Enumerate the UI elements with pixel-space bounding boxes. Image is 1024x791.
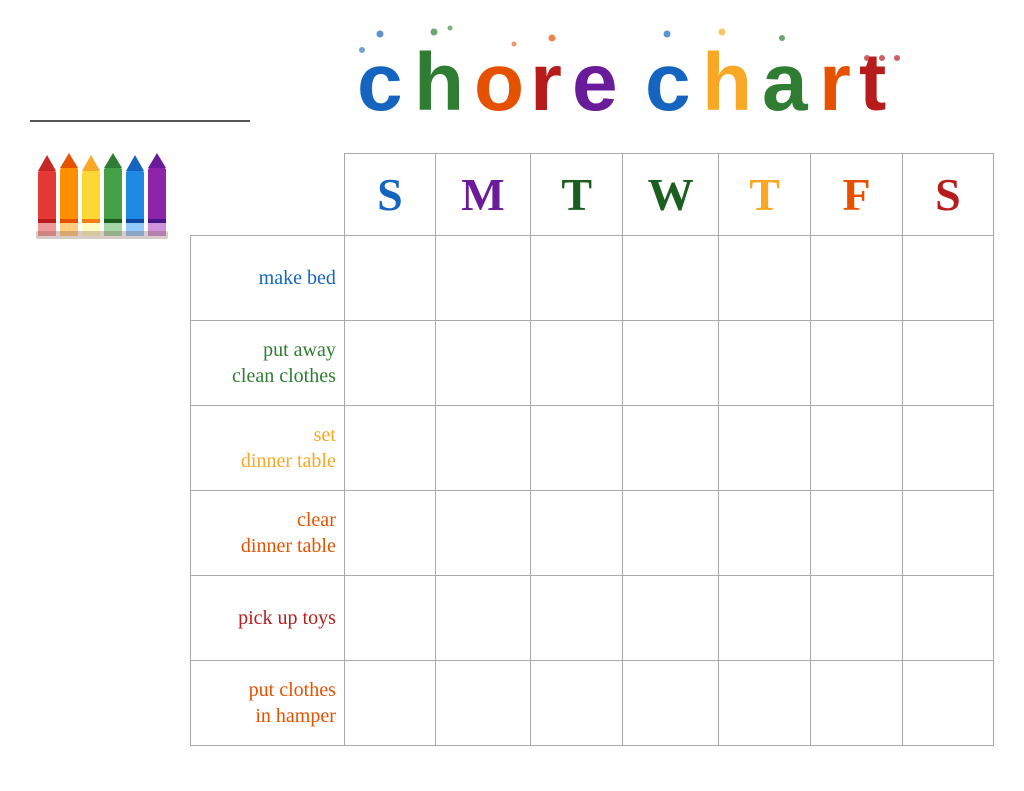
name-line-area [30, 120, 290, 130]
make-bed-T1 [531, 236, 623, 321]
title-svg: c h o r e c h a r t [352, 20, 932, 130]
chore-put-away-label: put awayclean clothes [191, 321, 345, 406]
header-thursday: T [719, 154, 811, 236]
put-away-W [623, 321, 719, 406]
clear-dinner-T2 [719, 491, 811, 576]
pick-up-T1 [531, 576, 623, 661]
pick-up-S1 [344, 576, 435, 661]
title-r: r [530, 37, 562, 128]
set-dinner-F [811, 406, 903, 491]
title-o1: o [474, 37, 524, 128]
header-wednesday: W [623, 154, 719, 236]
put-clothes-M [435, 661, 530, 746]
chore-set-dinner-label: setdinner table [191, 406, 345, 491]
put-away-T2 [719, 321, 811, 406]
table-row: put clothesin hamper [191, 661, 994, 746]
chore-pick-up-toys-label: pick up toys [191, 576, 345, 661]
put-away-F [811, 321, 903, 406]
pick-up-F [811, 576, 903, 661]
header-monday: M [435, 154, 530, 236]
chore-rows: make bed put awayclean clothes [191, 236, 994, 746]
header-sunday1: S [344, 154, 435, 236]
crayons-icon [33, 153, 178, 253]
clear-dinner-S1 [344, 491, 435, 576]
set-dinner-S1 [344, 406, 435, 491]
set-dinner-T1 [531, 406, 623, 491]
title-ch: c [645, 37, 691, 128]
title-e1: e [572, 37, 618, 128]
put-away-T1 [531, 321, 623, 406]
name-line [30, 120, 250, 122]
put-clothes-W [623, 661, 719, 746]
page: c h o r e c h a r t [0, 0, 1024, 791]
put-away-S1 [344, 321, 435, 406]
header-tuesday: T [531, 154, 623, 236]
title-ha: h [702, 37, 752, 128]
make-bed-F [811, 236, 903, 321]
table-row: cleardinner table [191, 491, 994, 576]
put-clothes-S2 [902, 661, 993, 746]
make-bed-W [623, 236, 719, 321]
clear-dinner-F [811, 491, 903, 576]
pick-up-M [435, 576, 530, 661]
header: c h o r e c h a r t [30, 20, 994, 135]
make-bed-S1 [344, 236, 435, 321]
put-clothes-T1 [531, 661, 623, 746]
main-content: S M T W T F S make bed [30, 153, 994, 746]
make-bed-M [435, 236, 530, 321]
set-dinner-M [435, 406, 530, 491]
table-row: pick up toys [191, 576, 994, 661]
make-bed-T2 [719, 236, 811, 321]
header-empty-cell [191, 154, 345, 236]
chore-put-clothes-label: put clothesin hamper [191, 661, 345, 746]
crayons-area [30, 153, 190, 746]
chart-table: S M T W T F S make bed [190, 153, 994, 746]
put-away-S2 [902, 321, 993, 406]
table-row: make bed [191, 236, 994, 321]
day-header-row: S M T W T F S [191, 154, 994, 236]
chore-clear-dinner-label: cleardinner table [191, 491, 345, 576]
clear-dinner-S2 [902, 491, 993, 576]
header-saturday: S [902, 154, 993, 236]
put-clothes-F [811, 661, 903, 746]
title-area: c h o r e c h a r t [290, 20, 994, 130]
put-away-M [435, 321, 530, 406]
pick-up-S2 [902, 576, 993, 661]
header-friday: F [811, 154, 903, 236]
clear-dinner-W [623, 491, 719, 576]
put-clothes-T2 [719, 661, 811, 746]
clear-dinner-T1 [531, 491, 623, 576]
pick-up-T2 [719, 576, 811, 661]
set-dinner-W [623, 406, 719, 491]
title-a: a [762, 37, 809, 128]
set-dinner-T2 [719, 406, 811, 491]
table-row: setdinner table [191, 406, 994, 491]
pick-up-W [623, 576, 719, 661]
chore-make-bed-label: make bed [191, 236, 345, 321]
set-dinner-S2 [902, 406, 993, 491]
make-bed-S2 [902, 236, 993, 321]
title-rt: r [819, 37, 851, 128]
table-row: put awayclean clothes [191, 321, 994, 406]
put-clothes-S1 [344, 661, 435, 746]
clear-dinner-M [435, 491, 530, 576]
title-h: h [414, 37, 464, 128]
title-t: t [859, 37, 886, 128]
